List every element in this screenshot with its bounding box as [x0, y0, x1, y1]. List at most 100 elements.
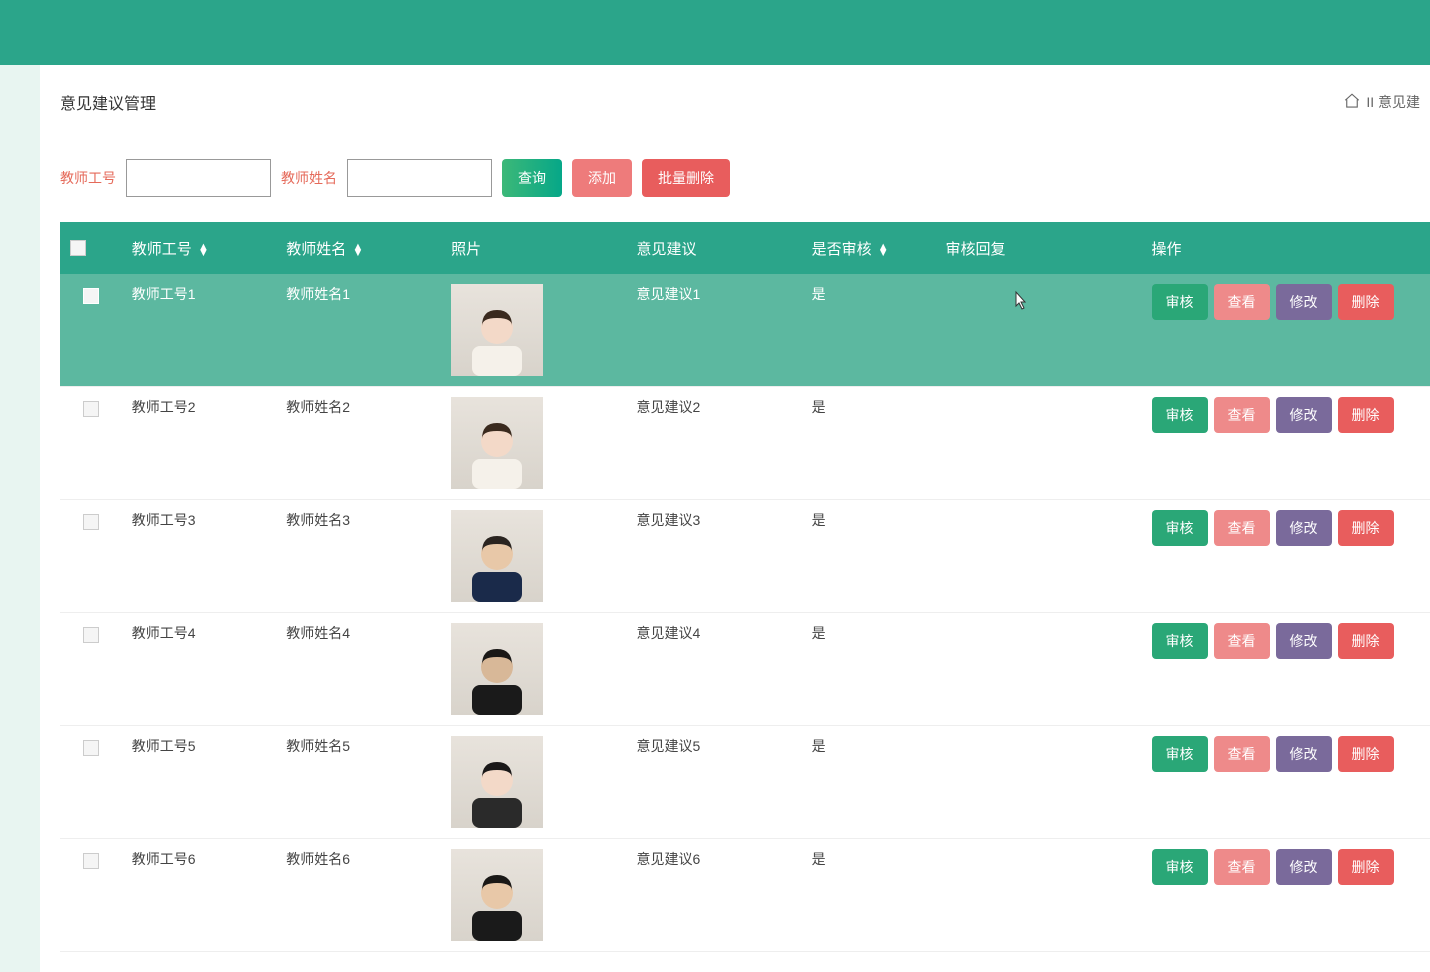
audit-button[interactable]: 审核: [1152, 284, 1208, 320]
row-checkbox[interactable]: [83, 627, 99, 643]
cell-audit-reply: [936, 274, 1142, 387]
teacher-photo: [451, 510, 543, 602]
audit-button[interactable]: 审核: [1152, 397, 1208, 433]
row-checkbox[interactable]: [83, 401, 99, 417]
view-button[interactable]: 查看: [1214, 284, 1270, 320]
cell-photo: [441, 500, 626, 613]
row-checkbox[interactable]: [83, 853, 99, 869]
cell-photo: [441, 726, 626, 839]
edit-button[interactable]: 修改: [1276, 510, 1332, 546]
view-button[interactable]: 查看: [1214, 397, 1270, 433]
cell-is-audit: 是: [802, 500, 936, 613]
row-checkbox[interactable]: [83, 514, 99, 530]
cell-teacher-name: 教师姓名5: [276, 726, 441, 839]
edit-button[interactable]: 修改: [1276, 736, 1332, 772]
data-table: 教师工号 ▲▼ 教师姓名 ▲▼ 照片 意见建议 是否审核 ▲▼ 审核回复 操作: [60, 222, 1430, 952]
cell-teacher-id: 教师工号6: [122, 839, 277, 952]
cell-photo: [441, 839, 626, 952]
delete-button[interactable]: 删除: [1338, 849, 1394, 885]
cell-teacher-id: 教师工号3: [122, 500, 277, 613]
table-row[interactable]: 教师工号3 教师姓名3 意见建议3 是 审核 查看 修改 删除: [60, 500, 1430, 613]
teacher-photo: [451, 284, 543, 376]
cell-is-audit: 是: [802, 274, 936, 387]
edit-button[interactable]: 修改: [1276, 623, 1332, 659]
cell-teacher-id: 教师工号2: [122, 387, 277, 500]
header-checkbox-cell: [60, 222, 122, 274]
cell-audit-reply: [936, 726, 1142, 839]
cell-action: 审核 查看 修改 删除: [1142, 726, 1430, 839]
header-suggestion: 意见建议: [627, 222, 802, 274]
cell-photo: [441, 387, 626, 500]
breadcrumb: II 意见建: [1343, 92, 1420, 113]
filter-label-teacher-id: 教师工号: [60, 168, 116, 188]
header-teacher-id[interactable]: 教师工号 ▲▼: [122, 222, 277, 274]
table-row[interactable]: 教师工号5 教师姓名5 意见建议5 是 审核 查看 修改 删除: [60, 726, 1430, 839]
select-all-checkbox[interactable]: [70, 240, 86, 256]
header-is-audit-label: 是否审核: [812, 241, 872, 258]
cell-action: 审核 查看 修改 删除: [1142, 274, 1430, 387]
cell-audit-reply: [936, 500, 1142, 613]
header-teacher-name-label: 教师姓名: [286, 241, 346, 258]
delete-button[interactable]: 删除: [1338, 510, 1394, 546]
table-row[interactable]: 教师工号2 教师姓名2 意见建议2 是 审核 查看 修改 删除: [60, 387, 1430, 500]
delete-button[interactable]: 删除: [1338, 284, 1394, 320]
header-is-audit[interactable]: 是否审核 ▲▼: [802, 222, 936, 274]
header-teacher-id-label: 教师工号: [132, 241, 192, 258]
add-button[interactable]: 添加: [572, 159, 632, 197]
cell-teacher-name: 教师姓名1: [276, 274, 441, 387]
filter-label-teacher-name: 教师姓名: [281, 168, 337, 188]
teacher-photo: [451, 623, 543, 715]
cell-is-audit: 是: [802, 726, 936, 839]
view-button[interactable]: 查看: [1214, 623, 1270, 659]
audit-button[interactable]: 审核: [1152, 510, 1208, 546]
cell-audit-reply: [936, 839, 1142, 952]
cell-audit-reply: [936, 387, 1142, 500]
view-button[interactable]: 查看: [1214, 849, 1270, 885]
row-checkbox-cell: [60, 613, 122, 726]
home-icon[interactable]: [1343, 92, 1361, 113]
edit-button[interactable]: 修改: [1276, 397, 1332, 433]
table-header-row: 教师工号 ▲▼ 教师姓名 ▲▼ 照片 意见建议 是否审核 ▲▼ 审核回复 操作: [60, 222, 1430, 274]
sort-icon: ▲▼: [198, 244, 209, 256]
audit-button[interactable]: 审核: [1152, 736, 1208, 772]
query-button[interactable]: 查询: [502, 159, 562, 197]
cell-teacher-id: 教师工号4: [122, 613, 277, 726]
cell-teacher-name: 教师姓名4: [276, 613, 441, 726]
delete-button[interactable]: 删除: [1338, 736, 1394, 772]
sort-icon: ▲▼: [878, 244, 889, 256]
row-checkbox-cell: [60, 500, 122, 613]
delete-button[interactable]: 删除: [1338, 623, 1394, 659]
cell-suggestion: 意见建议2: [627, 387, 802, 500]
edit-button[interactable]: 修改: [1276, 284, 1332, 320]
teacher-photo: [451, 849, 543, 941]
cell-is-audit: 是: [802, 613, 936, 726]
row-checkbox[interactable]: [83, 288, 99, 304]
teacher-photo: [451, 736, 543, 828]
cell-action: 审核 查看 修改 删除: [1142, 500, 1430, 613]
cell-teacher-name: 教师姓名6: [276, 839, 441, 952]
audit-button[interactable]: 审核: [1152, 849, 1208, 885]
row-checkbox-cell: [60, 839, 122, 952]
edit-button[interactable]: 修改: [1276, 849, 1332, 885]
header-teacher-name[interactable]: 教师姓名 ▲▼: [276, 222, 441, 274]
header-audit-reply: 审核回复: [936, 222, 1142, 274]
row-checkbox[interactable]: [83, 740, 99, 756]
cell-teacher-id: 教师工号5: [122, 726, 277, 839]
batch-delete-button[interactable]: 批量删除: [642, 159, 730, 197]
view-button[interactable]: 查看: [1214, 510, 1270, 546]
teacher-id-input[interactable]: [126, 159, 271, 197]
cell-teacher-name: 教师姓名3: [276, 500, 441, 613]
cell-is-audit: 是: [802, 387, 936, 500]
table-row[interactable]: 教师工号6 教师姓名6 意见建议6 是 审核 查看 修改 删除: [60, 839, 1430, 952]
header-photo: 照片: [441, 222, 626, 274]
teacher-name-input[interactable]: [347, 159, 492, 197]
cell-audit-reply: [936, 613, 1142, 726]
table-row[interactable]: 教师工号1 教师姓名1 意见建议1 是 审核 查看 修改 删除: [60, 274, 1430, 387]
cell-is-audit: 是: [802, 839, 936, 952]
audit-button[interactable]: 审核: [1152, 623, 1208, 659]
page-header: 意见建议管理 II 意见建: [60, 85, 1430, 139]
view-button[interactable]: 查看: [1214, 736, 1270, 772]
delete-button[interactable]: 删除: [1338, 397, 1394, 433]
table-row[interactable]: 教师工号4 教师姓名4 意见建议4 是 审核 查看 修改 删除: [60, 613, 1430, 726]
cell-suggestion: 意见建议1: [627, 274, 802, 387]
